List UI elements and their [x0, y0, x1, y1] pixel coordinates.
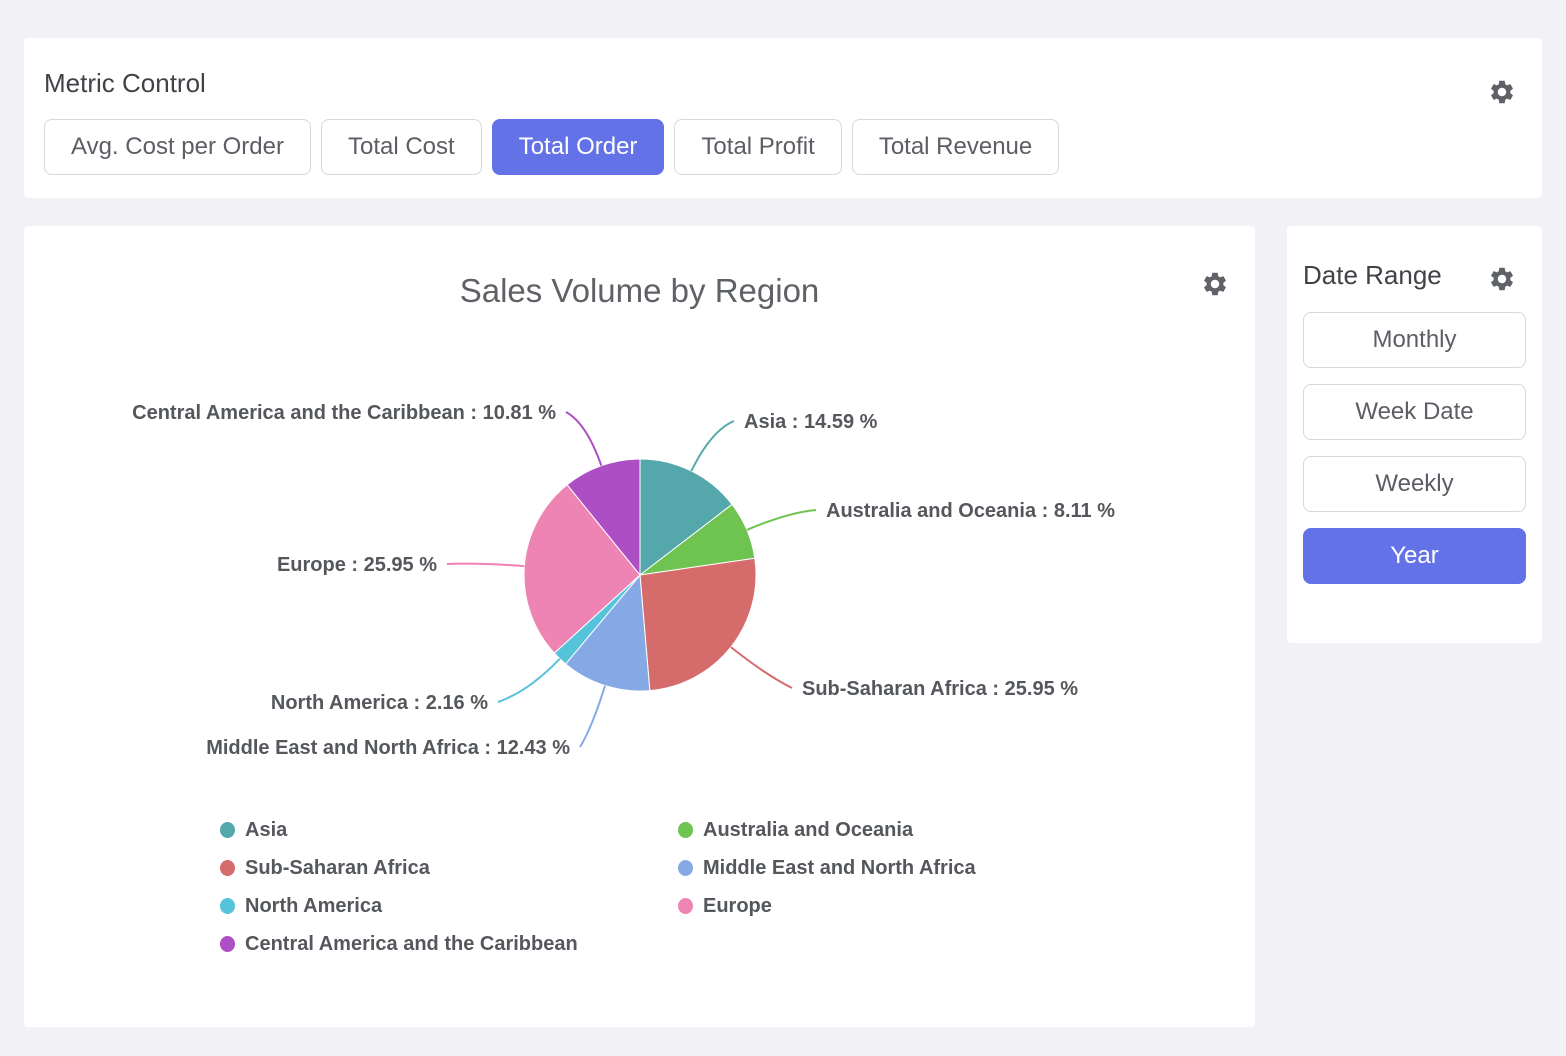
pie-label-line-sub-saharan-africa [731, 647, 792, 688]
metric-button-total-cost[interactable]: Total Cost [321, 119, 482, 175]
date-range-button-weekly[interactable]: Weekly [1303, 456, 1526, 512]
legend-dot-north-america [220, 898, 235, 914]
metric-settings-gear-icon[interactable] [1488, 78, 1516, 106]
pie-label-line-north-america [498, 659, 560, 702]
pie-label-north-america: North America : 2.16 % [271, 692, 488, 714]
legend-dot-australia-and-oceania [678, 822, 693, 838]
legend-item-middle-east-and-north-africa[interactable]: Middle East and North Africa [678, 856, 976, 880]
legend-dot-middle-east-and-north-africa [678, 860, 693, 876]
content-row: Sales Volume by Region Asia : 14.59 % Aus… [24, 226, 1542, 1027]
pie-label-middle-east-and-north-africa: Middle East and North Africa : 12.43 % [206, 737, 570, 759]
pie-slice-sub-saharan-africa[interactable] [640, 558, 756, 690]
dashboard: Metric Control Avg. Cost per OrderTotal … [24, 38, 1542, 1027]
metric-buttons: Avg. Cost per OrderTotal CostTotal Order… [44, 119, 1522, 175]
date-range-buttons: Monthly Week Date Weekly Year [1303, 312, 1526, 584]
date-range-panel: Date Range MonthlyWeek DateWeeklyYear [1287, 226, 1542, 643]
legend-dot-sub-saharan-africa [220, 860, 235, 876]
pie-label-sub-saharan-africa: Sub-Saharan Africa : 25.95 % [802, 678, 1078, 700]
pie-label-line-europe [447, 564, 524, 566]
chart-settings-gear-icon[interactable] [1201, 270, 1229, 298]
metric-button-total-profit[interactable]: Total Profit [674, 119, 841, 175]
pie-label-asia: Asia : 14.59 % [744, 411, 878, 433]
legend-item-europe[interactable]: Europe [678, 894, 976, 918]
chart-legend: Asia Australia and Oceania Sub-Saharan Afr… [220, 818, 976, 956]
date-range-settings-gear-icon[interactable] [1488, 265, 1516, 293]
legend-item-asia[interactable]: Asia [220, 818, 678, 842]
legend-item-north-america[interactable]: North America [220, 894, 678, 918]
metric-button-total-order[interactable]: Total Order [492, 119, 665, 175]
legend-dot-europe [678, 898, 693, 914]
pie-label-line-middle-east-and-north-africa [580, 686, 605, 747]
legend-label: Europe [703, 895, 772, 918]
legend-item-sub-saharan-africa[interactable]: Sub-Saharan Africa [220, 856, 678, 880]
pie-chart: Asia : 14.59 % Australia and Oceania : 8.… [24, 226, 1255, 786]
legend-label: Asia [245, 819, 287, 842]
metric-button-total-revenue[interactable]: Total Revenue [852, 119, 1059, 175]
pie-label-line-australia-and-oceania [747, 510, 816, 530]
pie-label-central-america-and-the-caribbean: Central America and the Caribbean : 10.8… [132, 402, 556, 424]
pie-label-australia-and-oceania: Australia and Oceania : 8.11 % [826, 500, 1115, 522]
metric-button-avg-cost-per-order[interactable]: Avg. Cost per Order [44, 119, 311, 175]
legend-dot-central-america-and-the-caribbean [220, 936, 235, 952]
legend-dot-asia [220, 822, 235, 838]
pie-label-europe: Europe : 25.95 % [277, 554, 437, 576]
date-range-button-week-date[interactable]: Week Date [1303, 384, 1526, 440]
sales-volume-chart-panel: Sales Volume by Region Asia : 14.59 % Aus… [24, 226, 1255, 1027]
date-range-button-monthly[interactable]: Monthly [1303, 312, 1526, 368]
legend-label: Australia and Oceania [703, 819, 913, 842]
legend-item-australia-and-oceania[interactable]: Australia and Oceania [678, 818, 976, 842]
date-range-button-year[interactable]: Year [1303, 528, 1526, 584]
legend-item-central-america-and-the-caribbean[interactable]: Central America and the Caribbean [220, 932, 678, 956]
legend-label: Middle East and North Africa [703, 857, 976, 880]
metric-control-title: Metric Control [44, 68, 1522, 98]
chart-title: Sales Volume by Region [24, 272, 1255, 310]
legend-label: North America [245, 895, 382, 918]
metric-control-panel: Metric Control Avg. Cost per OrderTotal … [24, 38, 1542, 198]
legend-label: Sub-Saharan Africa [245, 857, 430, 880]
pie-label-line-asia [691, 421, 734, 471]
legend-label: Central America and the Caribbean [245, 933, 578, 956]
pie-label-line-central-america-and-the-caribbean [566, 412, 601, 466]
